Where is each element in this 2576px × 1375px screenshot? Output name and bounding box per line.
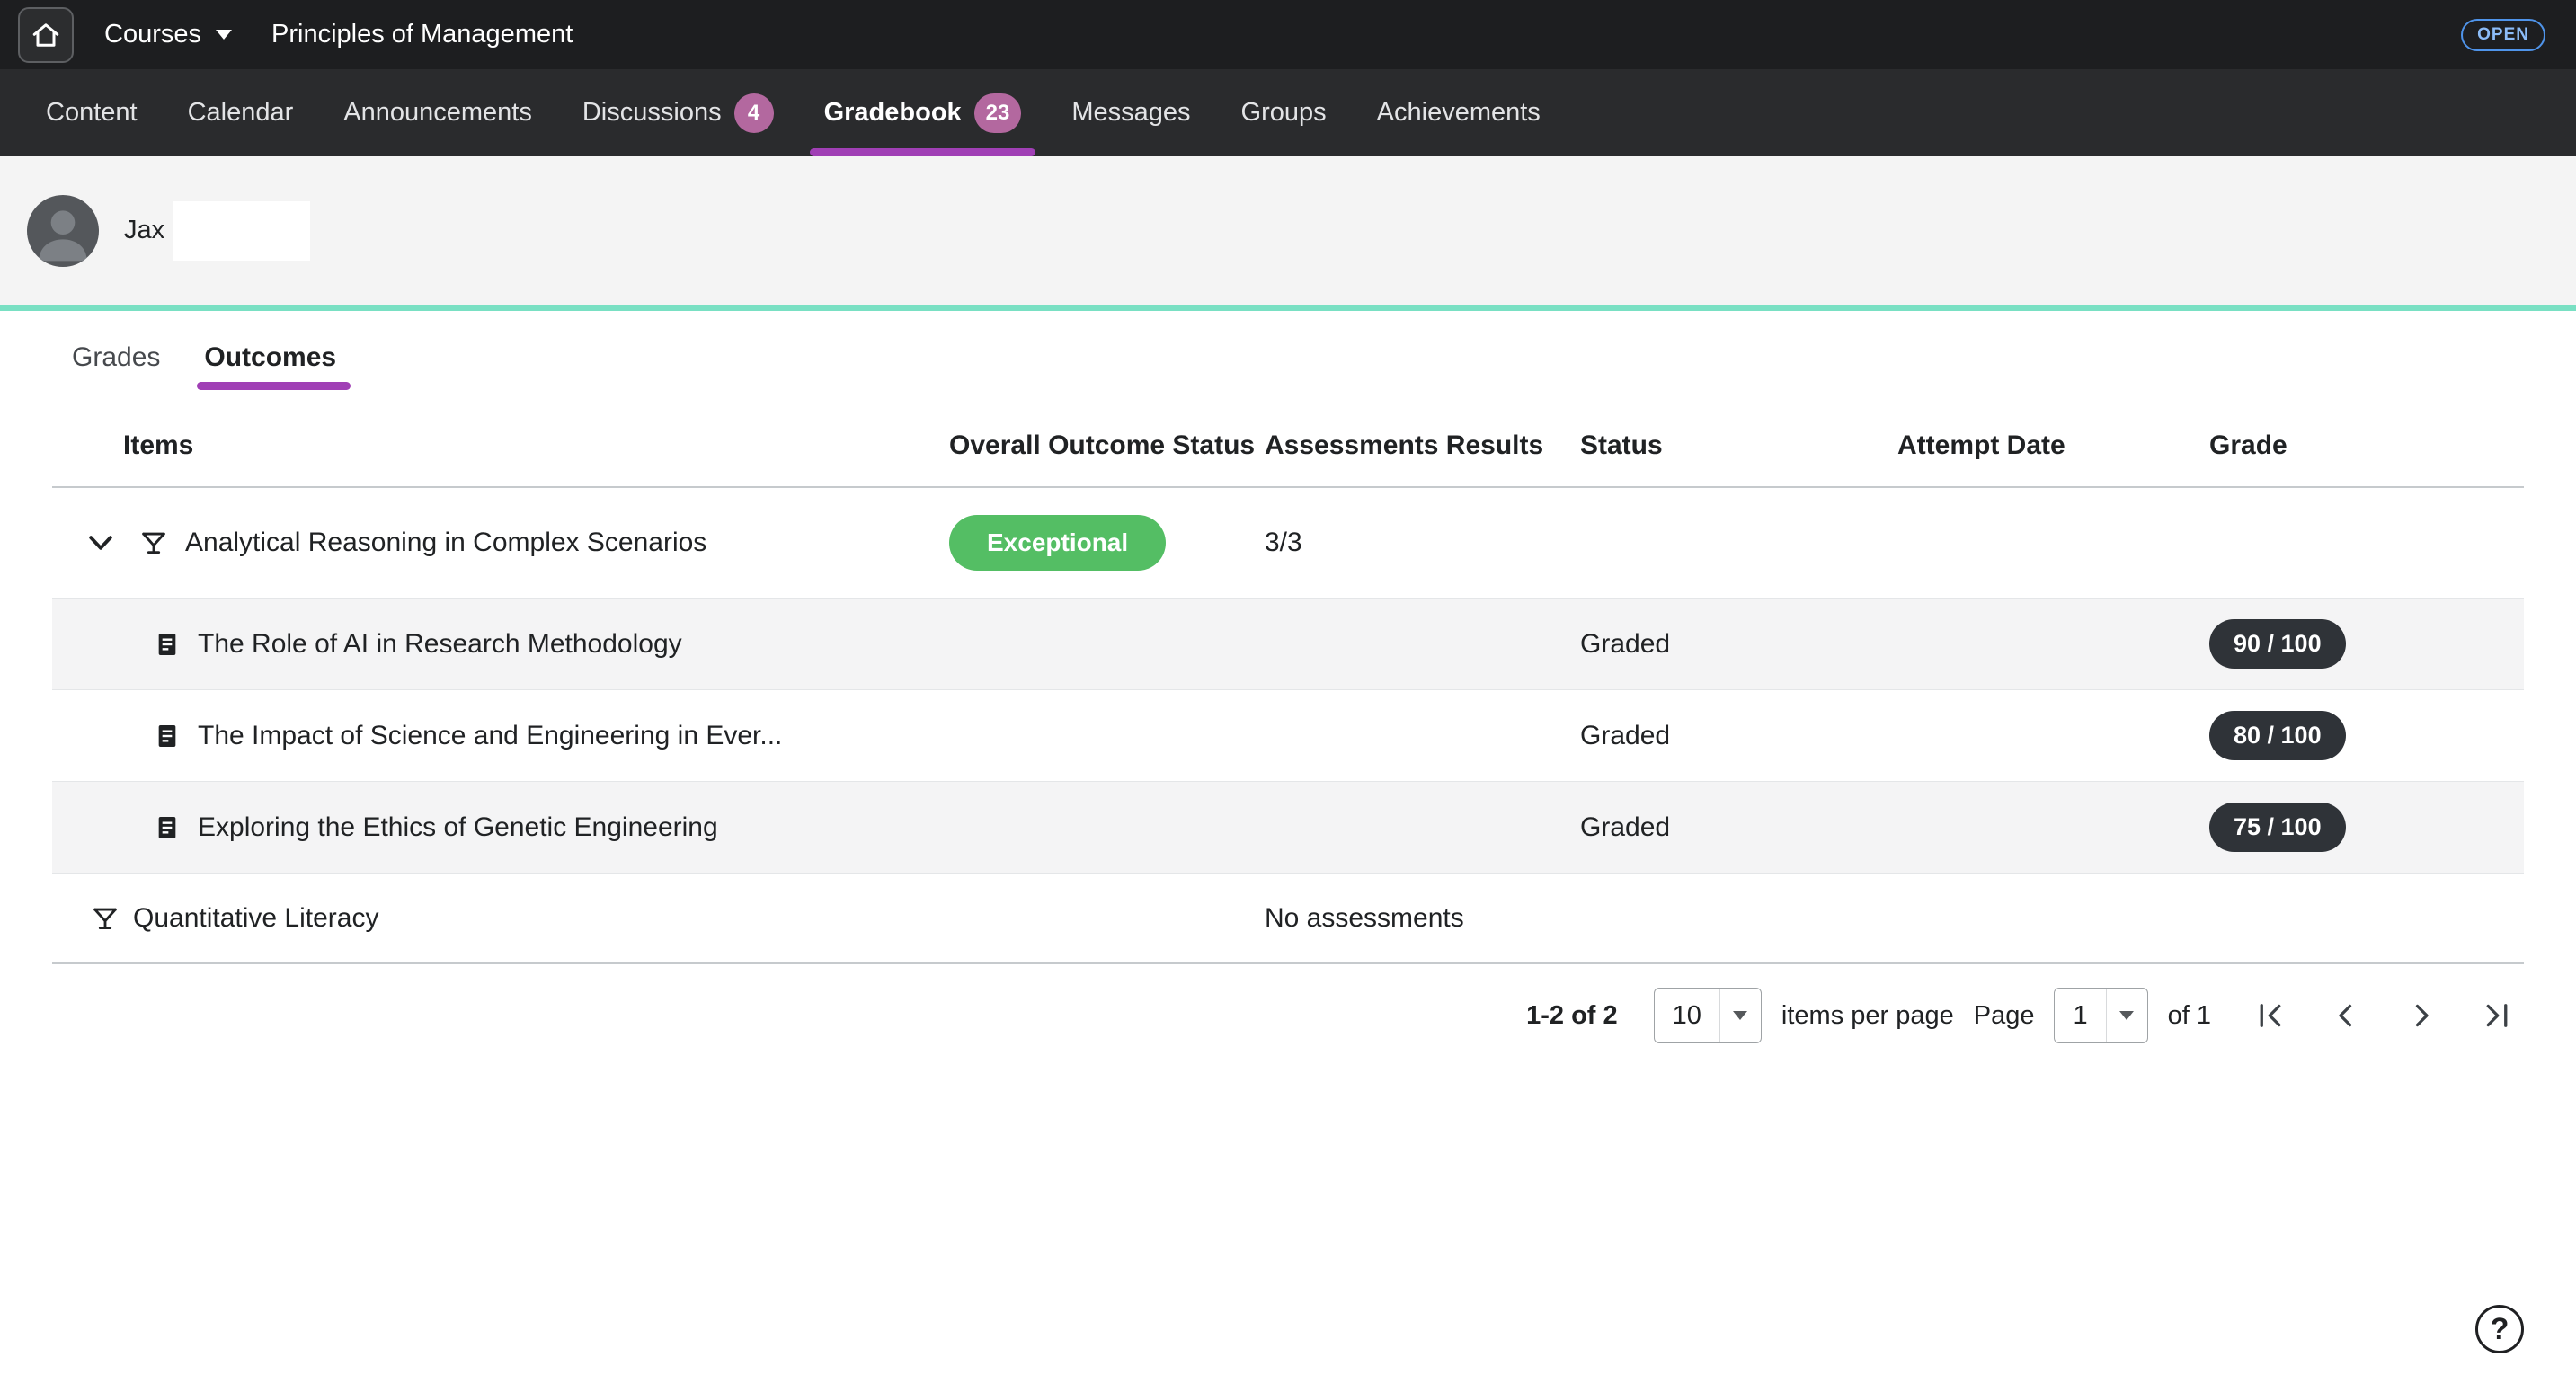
document-icon [153, 630, 182, 659]
nav-item-gradebook[interactable]: Gradebook 23 [799, 69, 1047, 156]
pagination-controls [2254, 999, 2513, 1032]
table-header-row: Items Overall Outcome Status Assessments… [52, 404, 2524, 488]
home-icon [30, 19, 62, 51]
previous-page-button[interactable] [2330, 999, 2362, 1032]
assessment-title: The Role of AI in Research Methodology [198, 629, 682, 660]
course-navbar: Content Calendar Announcements Discussio… [0, 69, 2576, 156]
header-assessments-results: Assessments Results [1265, 430, 1580, 461]
nav-item-label: Gradebook [824, 98, 962, 128]
collapse-outcome-button[interactable] [79, 521, 122, 564]
grade-pill: 75 / 100 [2209, 803, 2346, 852]
page-total-label: of 1 [2168, 1001, 2211, 1031]
assessment-title: The Impact of Science and Engineering in… [198, 721, 782, 751]
gradebook-count-badge: 23 [974, 93, 1022, 133]
nav-item-label: Content [46, 98, 138, 128]
document-icon [153, 722, 182, 750]
header-overall-outcome-status: Overall Outcome Status [949, 430, 1265, 461]
nav-item-calendar[interactable]: Calendar [163, 69, 319, 156]
next-page-button[interactable] [2405, 999, 2438, 1032]
nav-item-label: Messages [1071, 98, 1190, 128]
student-first-name: Jax [124, 216, 164, 245]
nav-item-label: Discussions [582, 98, 722, 128]
tab-outcomes[interactable]: Outcomes [204, 311, 336, 404]
outcome-title: Analytical Reasoning in Complex Scenario… [185, 528, 706, 558]
page-label: Page [1974, 1001, 2035, 1031]
assessment-status: Graded [1580, 812, 1897, 843]
pagination-bar: 1-2 of 2 10 items per page Page 1 of 1 [0, 984, 2576, 1047]
outcomes-table: Items Overall Outcome Status Assessments… [52, 404, 2524, 964]
pagination-range: 1-2 of 2 [1526, 1001, 1618, 1031]
per-page-value: 10 [1655, 989, 1719, 1042]
document-icon [153, 813, 182, 842]
nav-item-discussions[interactable]: Discussions 4 [557, 69, 799, 156]
teal-divider [0, 305, 2576, 311]
question-mark-icon: ? [2491, 1312, 2509, 1347]
course-title: Principles of Management [271, 20, 573, 49]
per-page-label: items per page [1781, 1001, 1954, 1031]
assessment-status: Graded [1580, 721, 1897, 751]
nav-item-content[interactable]: Content [21, 69, 163, 156]
outcome-title: Quantitative Literacy [133, 903, 378, 934]
table-row-assessment: The Impact of Science and Engineering in… [52, 689, 2524, 781]
page-value: 1 [2055, 989, 2105, 1042]
header-items: Items [52, 430, 949, 461]
per-page-select[interactable]: 10 [1654, 988, 1762, 1043]
nav-item-achievements[interactable]: Achievements [1352, 69, 1566, 156]
nav-item-label: Groups [1241, 98, 1327, 128]
nav-item-messages[interactable]: Messages [1046, 69, 1215, 156]
nav-item-announcements[interactable]: Announcements [318, 69, 557, 156]
grade-pill: 80 / 100 [2209, 711, 2346, 760]
table-row-assessment: Exploring the Ethics of Genetic Engineer… [52, 781, 2524, 873]
chevron-down-icon [2106, 989, 2147, 1042]
table-row-assessment: The Role of AI in Research Methodology G… [52, 598, 2524, 689]
nav-item-label: Calendar [188, 98, 294, 128]
last-page-icon [2481, 999, 2513, 1032]
nav-item-label: Announcements [343, 98, 532, 128]
home-button[interactable] [18, 7, 74, 63]
header-grade: Grade [2209, 430, 2524, 461]
open-status-badge: OPEN [2461, 19, 2545, 51]
tab-grades[interactable]: Grades [72, 311, 160, 404]
courses-dropdown[interactable]: Courses [104, 20, 232, 49]
tab-label: Outcomes [204, 342, 336, 373]
header-status: Status [1580, 430, 1897, 461]
table-row-outcome: Analytical Reasoning in Complex Scenario… [52, 488, 2524, 598]
chevron-right-icon [2405, 999, 2438, 1032]
assessment-title: Exploring the Ethics of Genetic Engineer… [198, 812, 718, 843]
first-page-button[interactable] [2254, 999, 2287, 1032]
chevron-down-icon [216, 30, 232, 40]
page-select[interactable]: 1 [2054, 988, 2147, 1043]
assessments-results-value: No assessments [1265, 903, 1580, 934]
chevron-left-icon [2330, 999, 2362, 1032]
overall-status-badge: Exceptional [949, 515, 1166, 571]
chevron-down-icon [83, 525, 119, 561]
courses-label: Courses [104, 20, 201, 49]
nav-item-label: Achievements [1377, 98, 1541, 128]
student-profile-strip: Jax [0, 156, 2576, 305]
gradebook-tabs: Grades Outcomes [0, 311, 2576, 404]
assessments-results-value: 3/3 [1265, 528, 1580, 558]
avatar [27, 195, 99, 267]
grade-pill: 90 / 100 [2209, 619, 2346, 669]
assessment-status: Graded [1580, 629, 1897, 660]
last-page-button[interactable] [2481, 999, 2513, 1032]
nav-item-groups[interactable]: Groups [1216, 69, 1352, 156]
table-row-outcome: Quantitative Literacy No assessments [52, 873, 2524, 964]
first-page-icon [2254, 999, 2287, 1032]
top-bar: Courses Principles of Management OPEN [0, 0, 2576, 69]
redacted-name-overlay [173, 201, 310, 261]
help-button[interactable]: ? [2475, 1305, 2524, 1353]
header-attempt-date: Attempt Date [1897, 430, 2209, 461]
outcome-funnel-icon [138, 528, 169, 558]
outcome-funnel-icon [90, 903, 120, 934]
discussions-count-badge: 4 [734, 93, 774, 133]
tab-label: Grades [72, 342, 160, 373]
chevron-down-icon [1719, 989, 1761, 1042]
